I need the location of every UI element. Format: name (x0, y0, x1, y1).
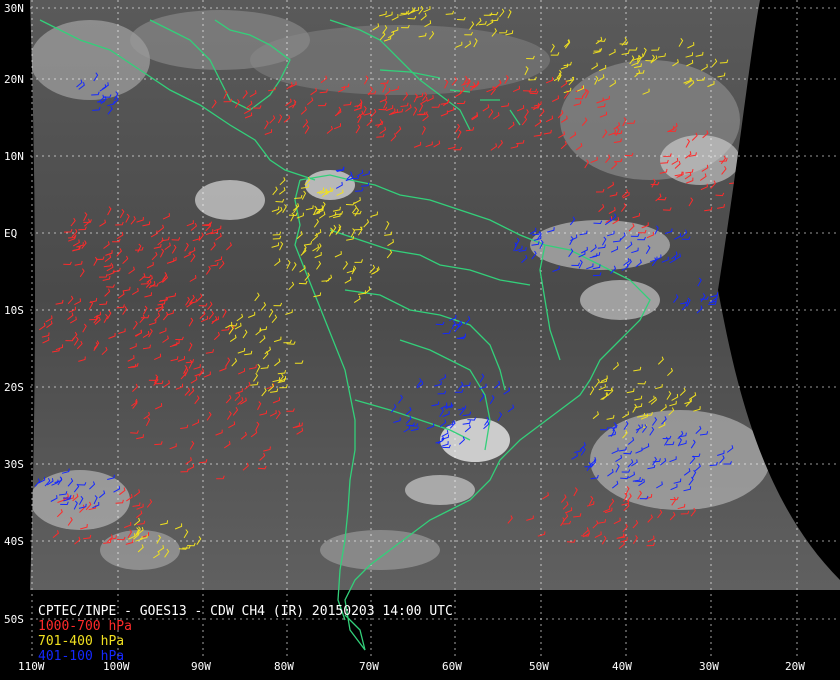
lat-label-20s: 20S (4, 381, 24, 394)
lon-label-20w: 20W (785, 660, 805, 673)
lat-label-10s: 10S (4, 304, 24, 317)
satellite-wind-map (30, 0, 840, 660)
wind-barb (719, 286, 728, 291)
lon-label-50w: 50W (529, 660, 549, 673)
lat-label-20n: 20N (4, 73, 24, 86)
lon-label-40w: 40W (612, 660, 632, 673)
legend-low-level: 1000-700 hPa (38, 619, 132, 634)
lat-label-30s: 30S (4, 458, 24, 471)
legend-mid-level: 701-400 hPa (38, 634, 125, 649)
caption-title: CPTEC/INPE - GOES13 - CDW CH4 (IR) 20150… (38, 604, 453, 619)
lat-label-40s: 40S (4, 535, 24, 548)
lon-label-30w: 30W (699, 660, 719, 673)
wind-barb (725, 299, 730, 309)
wind-barb (718, 282, 726, 289)
lat-label-30n: 30N (4, 2, 24, 15)
lat-label-10n: 10N (4, 150, 24, 163)
lat-label-50s: 50S (4, 613, 24, 626)
lat-label-eq: EQ (4, 227, 18, 240)
map-caption: CPTEC/INPE - GOES13 - CDW CH4 (IR) 20150… (38, 604, 453, 664)
legend-high-level: 401-100 hPa (38, 649, 125, 664)
